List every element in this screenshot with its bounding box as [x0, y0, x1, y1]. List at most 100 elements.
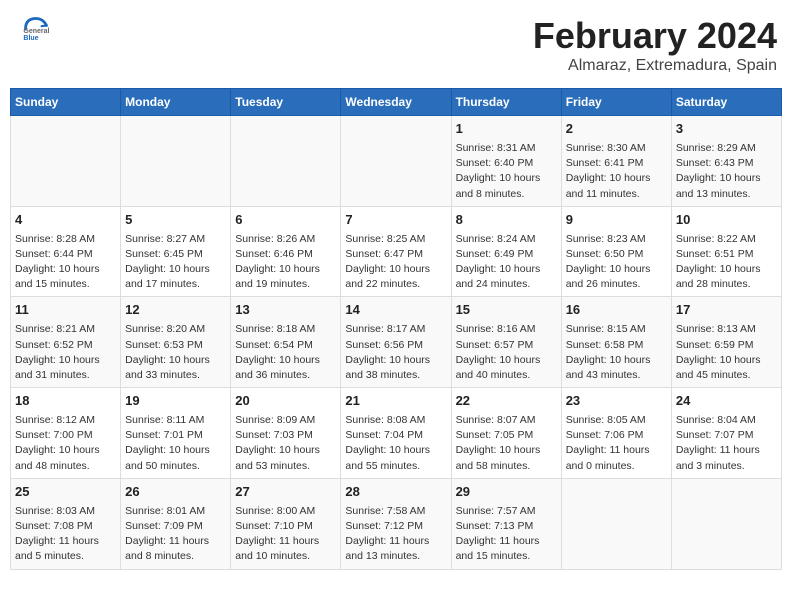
day-info: Sunrise: 8:16 AM Sunset: 6:57 PM Dayligh… — [456, 322, 557, 383]
calendar-cell: 5Sunrise: 8:27 AM Sunset: 6:45 PM Daylig… — [121, 206, 231, 297]
day-number: 14 — [345, 301, 446, 320]
calendar-cell — [121, 116, 231, 207]
calendar-cell: 27 Sunrise: 8:00 AM Sunset: 7:10 PM Dayli… — [231, 478, 341, 569]
day-info: Sunrise: 8:29 AM Sunset: 6:43 PM Dayligh… — [676, 141, 777, 202]
calendar-cell: 15 Sunrise: 8:16 AM Sunset: 6:57 PM Dayli… — [451, 297, 561, 388]
day-info: Sunrise: 8:04 AM Sunset: 7:07 PM Dayligh… — [676, 413, 777, 474]
day-info: Sunrise: 8:27 AM Sunset: 6:45 PM Dayligh… — [125, 232, 226, 293]
calendar-cell — [671, 478, 781, 569]
day-number: 11 — [15, 301, 116, 320]
calendar-cell: 24Sunrise: 8:04 AM Sunset: 7:07 PM Dayli… — [671, 388, 781, 479]
calendar-cell: 2Sunrise: 8:30 AM Sunset: 6:41 PM Daylig… — [561, 116, 671, 207]
day-number: 29 — [456, 483, 557, 502]
day-number: 8 — [456, 211, 557, 230]
calendar-cell: 14 Sunrise: 8:17 AM Sunset: 6:56 PM Dayli… — [341, 297, 451, 388]
calendar-cell — [231, 116, 341, 207]
day-number: 23 — [566, 392, 667, 411]
month-title: February 2024 — [533, 15, 777, 57]
day-info: Sunrise: 8:07 AM Sunset: 7:05 PM Dayligh… — [456, 413, 557, 474]
day-number: 21 — [345, 392, 446, 411]
day-number: 13 — [235, 301, 336, 320]
day-number: 6 — [235, 211, 336, 230]
day-info: Sunrise: 8:13 AM Sunset: 6:59 PM Dayligh… — [676, 322, 777, 383]
weekday-header: Sunday — [11, 89, 121, 116]
day-number: 3 — [676, 120, 777, 139]
day-number: 12 — [125, 301, 226, 320]
day-number: 16 — [566, 301, 667, 320]
location-title: Almaraz, Extremadura, Spain — [533, 57, 777, 75]
weekday-header: Saturday — [671, 89, 781, 116]
day-info: Sunrise: 8:22 AM Sunset: 6:51 PM Dayligh… — [676, 232, 777, 293]
calendar-week-row: 11Sunrise: 8:21 AM Sunset: 6:52 PM Dayli… — [11, 297, 782, 388]
calendar-cell: 16 Sunrise: 8:15 AM Sunset: 6:58 PM Dayli… — [561, 297, 671, 388]
calendar-week-row: 18Sunrise: 8:12 AM Sunset: 7:00 PM Dayli… — [11, 388, 782, 479]
calendar-cell: 10Sunrise: 8:22 AM Sunset: 6:51 PM Dayli… — [671, 206, 781, 297]
calendar-cell: 1 Sunrise: 8:31 AM Sunset: 6:40 PM Daylig… — [451, 116, 561, 207]
calendar-cell: 11Sunrise: 8:21 AM Sunset: 6:52 PM Dayli… — [11, 297, 121, 388]
calendar-cell: 28 Sunrise: 7:58 AM Sunset: 7:12 PM Dayli… — [341, 478, 451, 569]
day-info: Sunrise: 8:11 AM Sunset: 7:01 PM Dayligh… — [125, 413, 226, 474]
day-info: Sunrise: 8:17 AM Sunset: 6:56 PM Dayligh… — [345, 322, 446, 383]
calendar-cell: 6Sunrise: 8:26 AM Sunset: 6:46 PM Daylig… — [231, 206, 341, 297]
day-info: Sunrise: 8:00 AM Sunset: 7:10 PM Dayligh… — [235, 504, 336, 565]
day-number: 15 — [456, 301, 557, 320]
calendar-cell: 8 Sunrise: 8:24 AM Sunset: 6:49 PM Daylig… — [451, 206, 561, 297]
calendar-week-row: 25 Sunrise: 8:03 AM Sunset: 7:08 PM Dayli… — [11, 478, 782, 569]
day-number: 9 — [566, 211, 667, 230]
day-info: Sunrise: 8:12 AM Sunset: 7:00 PM Dayligh… — [15, 413, 116, 474]
day-number: 2 — [566, 120, 667, 139]
calendar-cell: 4 Sunrise: 8:28 AM Sunset: 6:44 PM Daylig… — [11, 206, 121, 297]
day-info: Sunrise: 8:03 AM Sunset: 7:08 PM Dayligh… — [15, 504, 116, 565]
day-number: 19 — [125, 392, 226, 411]
day-info: Sunrise: 7:58 AM Sunset: 7:12 PM Dayligh… — [345, 504, 446, 565]
day-info: Sunrise: 8:08 AM Sunset: 7:04 PM Dayligh… — [345, 413, 446, 474]
day-number: 17 — [676, 301, 777, 320]
day-number: 26 — [125, 483, 226, 502]
calendar-cell: 12 Sunrise: 8:20 AM Sunset: 6:53 PM Dayli… — [121, 297, 231, 388]
weekday-header: Thursday — [451, 89, 561, 116]
calendar-cell: 17 Sunrise: 8:13 AM Sunset: 6:59 PM Dayli… — [671, 297, 781, 388]
svg-text:General: General — [23, 28, 49, 35]
day-number: 7 — [345, 211, 446, 230]
calendar-week-row: 1 Sunrise: 8:31 AM Sunset: 6:40 PM Daylig… — [11, 116, 782, 207]
calendar-cell: 18Sunrise: 8:12 AM Sunset: 7:00 PM Dayli… — [11, 388, 121, 479]
day-info: Sunrise: 8:18 AM Sunset: 6:54 PM Dayligh… — [235, 322, 336, 383]
calendar-cell: 9 Sunrise: 8:23 AM Sunset: 6:50 PM Daylig… — [561, 206, 671, 297]
day-number: 4 — [15, 211, 116, 230]
day-number: 25 — [15, 483, 116, 502]
day-number: 1 — [456, 120, 557, 139]
calendar-cell: 29 Sunrise: 7:57 AM Sunset: 7:13 PM Dayli… — [451, 478, 561, 569]
day-info: Sunrise: 8:25 AM Sunset: 6:47 PM Dayligh… — [345, 232, 446, 293]
day-info: Sunrise: 8:15 AM Sunset: 6:58 PM Dayligh… — [566, 322, 667, 383]
calendar-cell: 13 Sunrise: 8:18 AM Sunset: 6:54 PM Dayli… — [231, 297, 341, 388]
weekday-header: Friday — [561, 89, 671, 116]
day-info: Sunrise: 8:31 AM Sunset: 6:40 PM Dayligh… — [456, 141, 557, 202]
day-info: Sunrise: 7:57 AM Sunset: 7:13 PM Dayligh… — [456, 504, 557, 565]
calendar-cell — [341, 116, 451, 207]
calendar-cell: 19 Sunrise: 8:11 AM Sunset: 7:01 PM Dayli… — [121, 388, 231, 479]
day-number: 28 — [345, 483, 446, 502]
day-info: Sunrise: 8:24 AM Sunset: 6:49 PM Dayligh… — [456, 232, 557, 293]
calendar-cell: 3 Sunrise: 8:29 AM Sunset: 6:43 PM Daylig… — [671, 116, 781, 207]
calendar-cell: 25 Sunrise: 8:03 AM Sunset: 7:08 PM Dayli… — [11, 478, 121, 569]
day-info: Sunrise: 8:23 AM Sunset: 6:50 PM Dayligh… — [566, 232, 667, 293]
calendar-cell: 23 Sunrise: 8:05 AM Sunset: 7:06 PM Dayli… — [561, 388, 671, 479]
calendar-cell — [561, 478, 671, 569]
calendar-week-row: 4 Sunrise: 8:28 AM Sunset: 6:44 PM Daylig… — [11, 206, 782, 297]
svg-text:Blue: Blue — [23, 35, 38, 42]
day-info: Sunrise: 8:05 AM Sunset: 7:06 PM Dayligh… — [566, 413, 667, 474]
day-info: Sunrise: 8:28 AM Sunset: 6:44 PM Dayligh… — [15, 232, 116, 293]
logo-icon: General Blue — [22, 15, 50, 43]
calendar-table: SundayMondayTuesdayWednesdayThursdayFrid… — [10, 88, 782, 570]
day-number: 22 — [456, 392, 557, 411]
calendar-cell: 22 Sunrise: 8:07 AM Sunset: 7:05 PM Dayli… — [451, 388, 561, 479]
calendar-cell: 7 Sunrise: 8:25 AM Sunset: 6:47 PM Daylig… — [341, 206, 451, 297]
weekday-header-row: SundayMondayTuesdayWednesdayThursdayFrid… — [11, 89, 782, 116]
calendar-cell: 21 Sunrise: 8:08 AM Sunset: 7:04 PM Dayli… — [341, 388, 451, 479]
calendar-cell: 20Sunrise: 8:09 AM Sunset: 7:03 PM Dayli… — [231, 388, 341, 479]
day-info: Sunrise: 8:01 AM Sunset: 7:09 PM Dayligh… — [125, 504, 226, 565]
day-info: Sunrise: 8:20 AM Sunset: 6:53 PM Dayligh… — [125, 322, 226, 383]
day-number: 27 — [235, 483, 336, 502]
page-header: General Blue February 2024 Almaraz, Extr… — [10, 10, 782, 80]
calendar-cell — [11, 116, 121, 207]
